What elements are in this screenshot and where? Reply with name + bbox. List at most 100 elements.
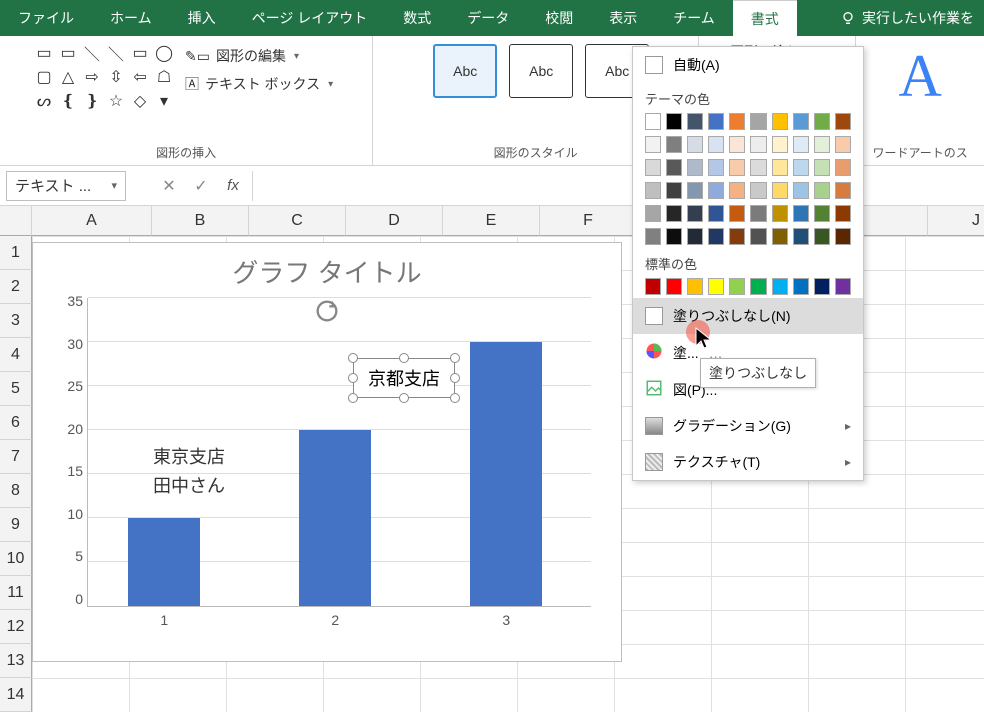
chart-bar[interactable] — [299, 430, 371, 606]
color-swatch[interactable] — [687, 182, 703, 199]
color-swatch[interactable] — [835, 136, 851, 153]
shape-curve-icon[interactable]: ᔕ — [33, 90, 55, 112]
color-swatch[interactable] — [793, 278, 809, 295]
text-box-button[interactable]: 🄰 テキスト ボックス▾ — [179, 72, 339, 96]
chart-bar[interactable] — [128, 518, 200, 606]
wordart-style-chip[interactable]: A — [899, 46, 942, 106]
color-swatch[interactable] — [645, 205, 661, 222]
color-swatch[interactable] — [835, 113, 851, 130]
col-header[interactable]: B — [152, 206, 249, 236]
color-swatch[interactable] — [750, 136, 766, 153]
shapes-gallery[interactable]: ▭ ▭ ＼ ＼ ▭ ◯ ▢ △ ⇨ ⇳ ⇦ ☖ ᔕ ❴ ❵ ☆ ◇ ▾ — [33, 42, 175, 112]
row-header[interactable]: 9 — [0, 508, 32, 542]
fill-auto[interactable]: 自動(A) — [633, 47, 863, 83]
color-swatch[interactable] — [793, 228, 809, 245]
shape-textbox-icon[interactable]: ▭ — [33, 42, 55, 64]
color-swatch[interactable] — [729, 278, 745, 295]
color-swatch[interactable] — [729, 159, 745, 176]
shape-brace-icon[interactable]: ❴ — [57, 90, 79, 112]
tell-me-search[interactable]: 実行したい作業を — [830, 0, 984, 36]
shape-arrow-l-icon[interactable]: ⇦ — [129, 66, 151, 88]
style-chip-1[interactable]: Abc — [433, 44, 497, 98]
color-swatch[interactable] — [666, 136, 682, 153]
row-header[interactable]: 8 — [0, 474, 32, 508]
tab-formulas[interactable]: 数式 — [385, 0, 449, 36]
tab-page-layout[interactable]: ページ レイアウト — [234, 0, 386, 36]
color-swatch[interactable] — [814, 278, 830, 295]
color-swatch[interactable] — [645, 113, 661, 130]
color-swatch[interactable] — [814, 182, 830, 199]
row-header[interactable]: 13 — [0, 644, 32, 678]
col-header[interactable]: A — [32, 206, 152, 236]
row-header[interactable]: 2 — [0, 270, 32, 304]
row-header[interactable]: 12 — [0, 610, 32, 644]
col-header[interactable]: F — [540, 206, 637, 236]
row-header[interactable]: 10 — [0, 542, 32, 576]
name-box[interactable]: テキスト ...▾ — [6, 171, 126, 201]
chart-title[interactable]: グラフ タイトル — [33, 243, 621, 290]
color-swatch[interactable] — [814, 136, 830, 153]
fill-texture[interactable]: テクスチャ(T) ▸ — [633, 444, 863, 480]
color-swatch[interactable] — [666, 159, 682, 176]
shape-line-icon[interactable]: ＼ — [81, 42, 103, 64]
color-swatch[interactable] — [835, 205, 851, 222]
color-swatch[interactable] — [666, 228, 682, 245]
color-swatch[interactable] — [750, 278, 766, 295]
row-header[interactable]: 3 — [0, 304, 32, 338]
chart-object[interactable]: グラフ タイトル 05101520253035 123 東京支店田中さん 京都支… — [32, 242, 622, 662]
color-swatch[interactable] — [835, 182, 851, 199]
col-header[interactable]: D — [346, 206, 443, 236]
color-swatch[interactable] — [687, 278, 703, 295]
color-swatch[interactable] — [708, 113, 724, 130]
color-swatch[interactable] — [708, 205, 724, 222]
color-swatch[interactable] — [687, 136, 703, 153]
color-swatch[interactable] — [750, 205, 766, 222]
edit-shape-button[interactable]: ✎▭ 図形の編集▾ — [179, 44, 339, 68]
color-swatch[interactable] — [666, 113, 682, 130]
shape-triangle-icon[interactable]: △ — [57, 66, 79, 88]
shape-callout-icon[interactable]: ☖ — [153, 66, 175, 88]
color-swatch[interactable] — [708, 228, 724, 245]
color-swatch[interactable] — [645, 182, 661, 199]
cancel-button[interactable]: ✕ — [156, 173, 182, 199]
tab-insert[interactable]: 挿入 — [170, 0, 234, 36]
color-swatch[interactable] — [666, 205, 682, 222]
color-swatch[interactable] — [729, 113, 745, 130]
shape-roundrect-icon[interactable]: ▢ — [33, 66, 55, 88]
color-swatch[interactable] — [687, 113, 703, 130]
row-header[interactable]: 11 — [0, 576, 32, 610]
color-swatch[interactable] — [793, 136, 809, 153]
shape-line2-icon[interactable]: ＼ — [105, 42, 127, 64]
formula-input[interactable] — [252, 171, 978, 201]
color-swatch[interactable] — [835, 159, 851, 176]
shape-arrow-updown-icon[interactable]: ⇳ — [105, 66, 127, 88]
shape-textbox2-icon[interactable]: ▭ — [57, 42, 79, 64]
fill-gradient[interactable]: グラデーション(G) ▸ — [633, 408, 863, 444]
color-swatch[interactable] — [666, 182, 682, 199]
chart-label-1[interactable]: 東京支店田中さん — [153, 443, 225, 501]
col-header[interactable]: C — [249, 206, 346, 236]
tab-view[interactable]: 表示 — [591, 0, 655, 36]
color-swatch[interactable] — [687, 205, 703, 222]
color-swatch[interactable] — [835, 228, 851, 245]
color-swatch[interactable] — [772, 182, 788, 199]
shape-rect-icon[interactable]: ▭ — [129, 42, 151, 64]
tab-review[interactable]: 校閲 — [527, 0, 591, 36]
color-swatch[interactable] — [772, 113, 788, 130]
color-swatch[interactable] — [772, 278, 788, 295]
color-swatch[interactable] — [750, 228, 766, 245]
color-swatch[interactable] — [772, 136, 788, 153]
color-swatch[interactable] — [772, 159, 788, 176]
row-header[interactable]: 1 — [0, 236, 32, 270]
color-swatch[interactable] — [772, 205, 788, 222]
color-swatch[interactable] — [772, 228, 788, 245]
color-swatch[interactable] — [750, 113, 766, 130]
color-swatch[interactable] — [708, 182, 724, 199]
color-swatch[interactable] — [814, 228, 830, 245]
chart-textbox-selected[interactable]: 京都支店 — [353, 358, 455, 398]
color-swatch[interactable] — [793, 205, 809, 222]
tab-home[interactable]: ホーム — [92, 0, 170, 36]
color-swatch[interactable] — [729, 228, 745, 245]
tab-team[interactable]: チーム — [655, 0, 733, 36]
color-swatch[interactable] — [645, 159, 661, 176]
